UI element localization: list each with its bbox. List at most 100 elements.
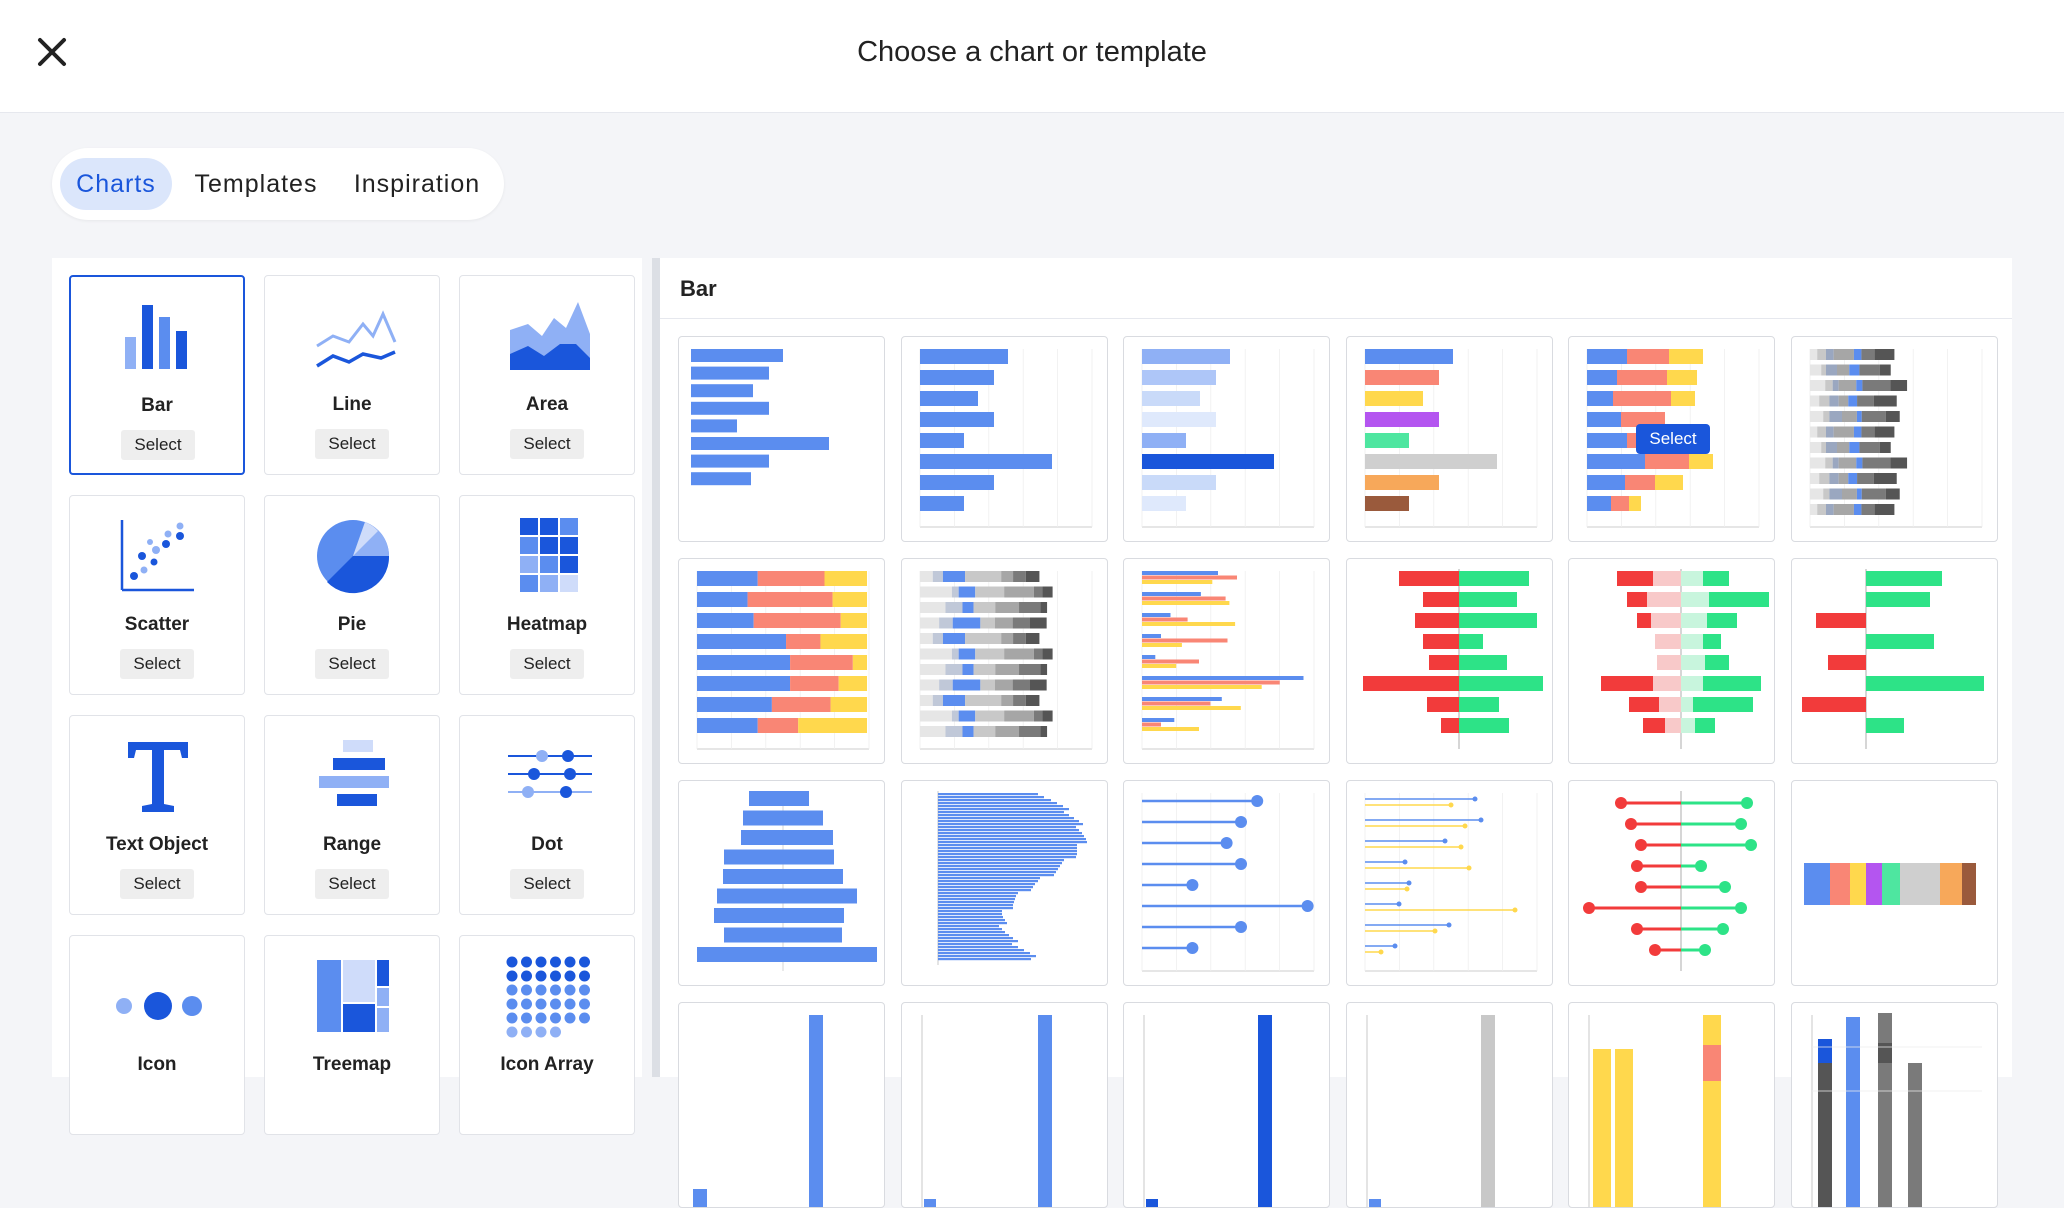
pie-chart-icon	[317, 520, 390, 594]
template-thumb-dense-bar[interactable]	[900, 780, 1108, 986]
tab-charts[interactable]: Charts	[60, 158, 172, 210]
template-gallery: Bar Select	[660, 258, 2012, 1208]
icon-array-dot	[550, 1026, 561, 1038]
template-thumb-stacked-column-grey[interactable]	[1790, 1002, 1998, 1208]
chart-type-bar[interactable]: Bar Select	[69, 275, 245, 475]
template-thumb-grouped-bar[interactable]	[1123, 558, 1330, 764]
chart-type-label: Heatmap	[506, 614, 588, 635]
template-preview	[1803, 863, 1976, 905]
template-thumb-stacked-bar-100[interactable]	[678, 558, 885, 764]
template-thumb-single-stacked-bar[interactable]	[1790, 780, 1998, 986]
template-thumb-column-grey[interactable]	[1345, 1002, 1553, 1208]
select-button[interactable]: Select	[315, 869, 389, 899]
gallery-divider	[660, 318, 2012, 319]
template-thumb-diverging-bar[interactable]	[1345, 558, 1553, 764]
template-thumb-diverging-bar-sparse[interactable]	[1790, 558, 1998, 764]
icon-array-icon	[506, 956, 590, 1038]
tab-bar: Charts Templates Inspiration	[52, 148, 504, 220]
line-chart-icon	[316, 310, 397, 368]
tab-inspiration[interactable]: Inspiration	[342, 158, 492, 210]
chart-type-line[interactable]: Line Select	[264, 275, 440, 475]
chart-type-label: Icon Array	[500, 1054, 594, 1075]
icon-array-dot	[579, 984, 590, 996]
heatmap-cell	[520, 575, 538, 592]
icon-array-dot	[506, 998, 518, 1010]
treemap-icon	[317, 960, 389, 1032]
icon-array-dot	[521, 956, 532, 968]
template-thumb-population-pyramid[interactable]	[678, 780, 885, 986]
select-button[interactable]: Select	[510, 429, 584, 459]
icon-array-dot	[535, 1026, 547, 1038]
template-preview	[937, 791, 1087, 965]
chart-type-label: Text Object	[105, 834, 209, 855]
chart-type-heatmap[interactable]: Heatmap Select	[459, 495, 635, 695]
chart-type-icon[interactable]: Icon	[69, 935, 245, 1135]
panel-divider	[652, 258, 660, 1077]
chart-type-text-object[interactable]: Text Object Select	[69, 715, 245, 915]
icon-array-dot	[506, 956, 518, 968]
template-preview	[1141, 571, 1315, 750]
template-preview	[1811, 1013, 1982, 1207]
template-thumb-bar-light-shades[interactable]	[1123, 336, 1330, 542]
chart-type-area[interactable]: Area Select	[459, 275, 635, 475]
select-button[interactable]: Select	[120, 649, 194, 679]
icon-array-dot	[521, 1026, 532, 1038]
icon-array-dot	[521, 1012, 532, 1024]
chart-type-label: Treemap	[312, 1054, 392, 1075]
template-preview	[697, 791, 877, 971]
heatmap-cell	[560, 537, 578, 554]
heatmap-cell	[560, 575, 578, 592]
chart-type-pie[interactable]: Pie Select	[264, 495, 440, 695]
template-thumb-column[interactable]	[678, 1002, 885, 1208]
icon-array-dot	[564, 970, 576, 982]
template-thumb-stacked-bar-grey-100[interactable]	[900, 558, 1108, 764]
chart-type-range[interactable]: Range Select	[264, 715, 440, 915]
select-button[interactable]: Select	[510, 869, 584, 899]
select-button[interactable]: Select	[121, 430, 195, 460]
icon-array-dot	[579, 998, 590, 1010]
chart-type-label: Area	[525, 394, 569, 415]
icon-array-dot	[521, 984, 532, 996]
template-thumb-diverging-stacked-bar[interactable]	[1568, 558, 1775, 764]
template-thumb-column-axis[interactable]	[900, 1002, 1108, 1208]
template-thumb-bar-multicolor[interactable]	[1345, 336, 1553, 542]
chart-type-scatter[interactable]: Scatter Select	[69, 495, 245, 695]
chart-type-icon-array[interactable]: Icon Array	[459, 935, 635, 1135]
chart-type-label: Bar	[141, 395, 173, 416]
template-thumb-grouped-lollipop[interactable]	[1345, 780, 1553, 986]
heatmap-cell	[520, 556, 538, 573]
template-thumb-stacked-bar-grey[interactable]	[1790, 336, 1998, 542]
select-button[interactable]: Select	[120, 869, 194, 899]
icon-array-dot	[506, 1012, 518, 1024]
scatter-chart-icon	[120, 520, 194, 592]
icon-array-dot	[550, 970, 561, 982]
template-preview	[1143, 1015, 1272, 1207]
template-thumb-lollipop[interactable]	[1123, 780, 1330, 986]
range-chart-icon	[319, 740, 389, 806]
template-thumb-diverging-lollipop[interactable]	[1568, 780, 1775, 986]
select-button[interactable]: Select	[315, 649, 389, 679]
template-thumb-bar-with-axis[interactable]	[900, 336, 1108, 542]
template-thumb-stacked-bar[interactable]: Select	[1568, 336, 1775, 542]
template-thumb-column-dark[interactable]	[1123, 1002, 1330, 1208]
tab-templates[interactable]: Templates	[186, 158, 326, 210]
chart-type-label: Pie	[337, 614, 367, 635]
template-preview	[1364, 349, 1537, 528]
chart-type-treemap[interactable]: Treemap	[264, 935, 440, 1135]
template-thumb-simple-bar[interactable]	[678, 336, 885, 542]
select-button[interactable]: Select	[510, 649, 584, 679]
icon-array-dot	[579, 956, 590, 968]
icon-array-dot	[564, 1012, 576, 1024]
select-button[interactable]: Select	[315, 429, 389, 459]
chart-type-label: Line	[332, 394, 372, 415]
template-preview	[1141, 349, 1315, 528]
top-bar: Choose a chart or template	[0, 0, 2064, 113]
template-select-button[interactable]: Select	[1636, 424, 1710, 454]
dot-chart-icon	[508, 750, 592, 798]
heatmap-cell	[520, 537, 538, 554]
chart-type-dot[interactable]: Dot Select	[459, 715, 635, 915]
heatmap-cell	[540, 537, 558, 554]
icon-array-dot	[506, 970, 518, 982]
template-thumb-stacked-column[interactable]	[1568, 1002, 1775, 1208]
icon-array-dot	[564, 984, 576, 996]
